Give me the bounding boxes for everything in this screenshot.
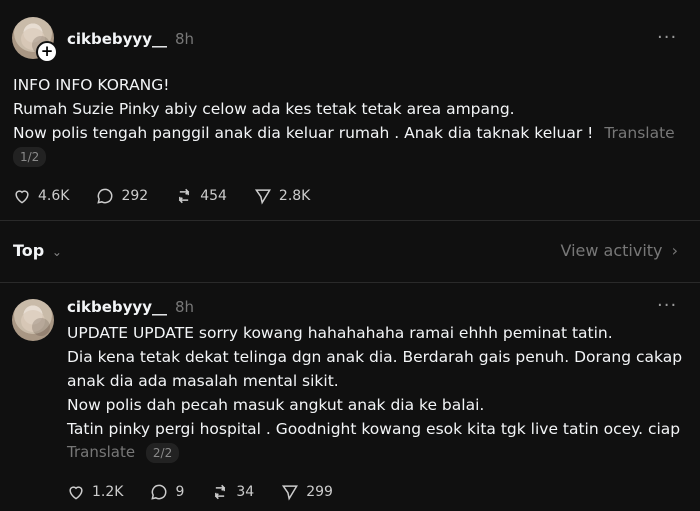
post-2: cikbebyyy__ 8h ··· UPDATE UPDATE sorry k…: [0, 283, 700, 511]
action-bar: 4.6K 292 454 2.8K: [12, 186, 336, 206]
avatar[interactable]: [12, 299, 54, 341]
send-icon: [254, 189, 271, 205]
share-count: 2.8K: [278, 188, 311, 204]
username[interactable]: cikbebyyy__: [67, 298, 167, 316]
post-1: + cikbebyyy__ 8h ··· INFO INFO KORANG! R…: [0, 0, 700, 220]
heart-icon: [15, 190, 29, 204]
translate-line: Translate 2/2: [67, 443, 180, 463]
post-text-line: UPDATE UPDATE sorry kowang hahahahaha ra…: [67, 324, 613, 342]
view-activity-label: View activity: [560, 241, 663, 260]
sort-dropdown[interactable]: Top ⌄: [13, 241, 62, 260]
timestamp: 8h: [175, 30, 195, 48]
post-text-line-with-translate: Now polis tengah panggil anak dia keluar…: [13, 121, 675, 145]
more-options-icon[interactable]: ···: [657, 27, 677, 48]
post-text-line: Dia kena tetak dekat telinga dgn anak di…: [67, 348, 683, 366]
comment-icon: [97, 188, 113, 204]
chevron-down-icon: ⌄: [51, 245, 62, 259]
send-icon: [282, 485, 299, 501]
like-button[interactable]: 4.6K: [12, 186, 69, 206]
comment-button[interactable]: 292: [95, 186, 148, 206]
share-button[interactable]: 2.8K: [253, 186, 310, 206]
chevron-right-icon: ›: [671, 241, 678, 260]
sort-label: Top: [13, 241, 45, 260]
comment-icon: [151, 484, 167, 500]
post-text-line: anak dia ada masalah mental sikit.: [67, 372, 339, 390]
comment-count: 292: [121, 188, 149, 204]
follow-plus-icon[interactable]: +: [36, 41, 58, 63]
translate-link[interactable]: Translate: [67, 443, 135, 461]
repost-count: 34: [236, 484, 255, 500]
translate-link[interactable]: Translate: [604, 124, 674, 142]
heart-icon: [69, 486, 83, 500]
like-count: 4.6K: [38, 188, 70, 204]
action-bar: 1.2K 9 34 299: [66, 482, 359, 502]
like-count: 1.2K: [92, 484, 124, 500]
share-count: 299: [306, 484, 333, 500]
post-text-line: Now polis dah pecah masuk angkut anak di…: [67, 396, 485, 414]
more-options-icon[interactable]: ···: [657, 295, 677, 316]
repost-count: 454: [200, 188, 227, 204]
repost-button[interactable]: 34: [210, 482, 254, 502]
page-indicator: 2/2: [145, 443, 180, 463]
post-text-line: Tatin pinky pergi hospital . Goodnight k…: [67, 420, 681, 438]
post-text-line: Rumah Suzie Pinky abiy celow ada kes tet…: [13, 100, 515, 118]
username[interactable]: cikbebyyy__: [67, 30, 167, 48]
repost-button[interactable]: 454: [174, 186, 227, 206]
post-text: Now polis tengah panggil anak dia keluar…: [13, 124, 594, 142]
comment-count: 9: [175, 484, 185, 500]
page-indicator-line: 1/2: [13, 147, 47, 167]
like-button[interactable]: 1.2K: [66, 482, 123, 502]
share-button[interactable]: 299: [280, 482, 333, 502]
timestamp: 8h: [175, 298, 195, 316]
comment-button[interactable]: 9: [149, 482, 184, 502]
view-activity-link[interactable]: View activity ›: [560, 241, 678, 260]
repost-icon: [215, 484, 226, 500]
repost-icon: [178, 188, 190, 204]
page-indicator: 1/2: [13, 147, 47, 167]
sort-bar: Top ⌄ View activity ›: [0, 238, 700, 266]
divider: [0, 220, 700, 221]
post-text-line: INFO INFO KORANG!: [13, 76, 170, 94]
